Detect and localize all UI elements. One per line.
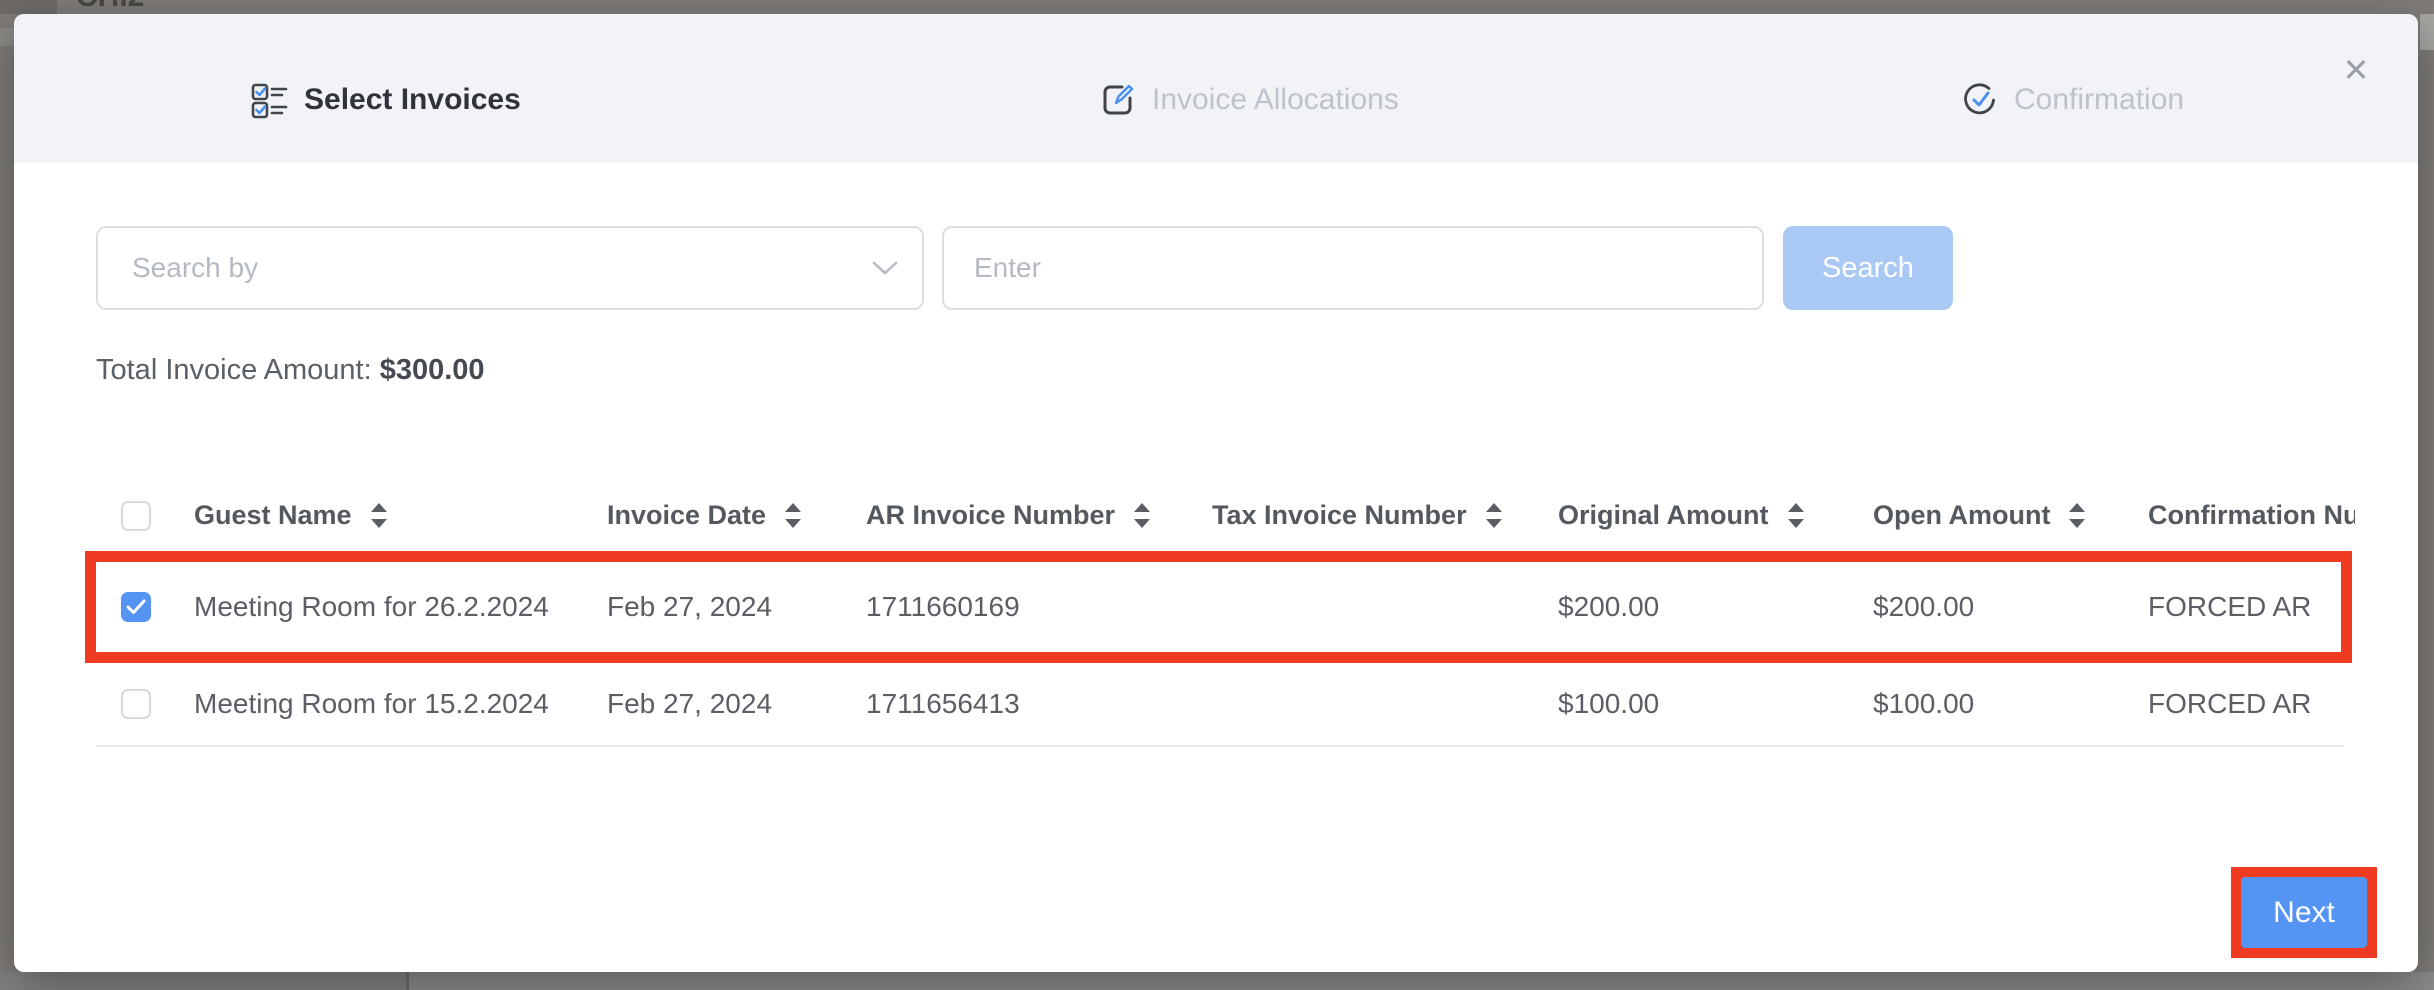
search-by-placeholder: Search by xyxy=(132,252,872,284)
cell-guest-name: Meeting Room for 26.2.2024 xyxy=(194,591,607,623)
total-invoice-amount-value: $300.00 xyxy=(380,354,485,386)
step-confirmation[interactable]: Confirmation xyxy=(1962,76,2184,124)
background-bottom-left-panel xyxy=(0,972,406,990)
sort-icon[interactable] xyxy=(1787,502,1805,529)
table-row[interactable]: Meeting Room for 26.2.2024 Feb 27, 2024 … xyxy=(96,562,2341,652)
select-invoices-modal: Select Invoices Invoice Allocations Conf… xyxy=(14,14,2418,972)
cell-invoice-date: Feb 27, 2024 xyxy=(607,591,866,623)
column-ar-invoice-number[interactable]: AR Invoice Number xyxy=(866,500,1212,531)
sort-icon[interactable] xyxy=(370,502,388,529)
close-icon[interactable]: ✕ xyxy=(2334,48,2378,92)
chevron-down-icon xyxy=(872,260,898,276)
cell-guest-name: Meeting Room for 15.2.2024 xyxy=(194,688,607,720)
cell-ar-invoice-number: 1711660169 xyxy=(866,591,1212,623)
next-button[interactable]: Next xyxy=(2241,877,2367,948)
search-value-input[interactable] xyxy=(942,226,1764,310)
step-label: Invoice Allocations xyxy=(1152,83,1399,117)
sort-icon[interactable] xyxy=(2068,502,2086,529)
step-select-invoices[interactable]: Select Invoices xyxy=(250,76,521,124)
column-open-amount[interactable]: Open Amount xyxy=(1873,500,2148,531)
cell-open-amount: $100.00 xyxy=(1873,688,2148,720)
column-confirmation-number[interactable]: Confirmation Number xyxy=(2148,500,2355,531)
column-tax-invoice-number[interactable]: Tax Invoice Number xyxy=(1212,500,1558,531)
highlight-border-next: Next xyxy=(2231,867,2377,958)
cell-original-amount: $200.00 xyxy=(1558,591,1873,623)
search-button[interactable]: Search xyxy=(1783,226,1953,310)
cell-confirmation-number: FORCED AR xyxy=(2148,688,2355,720)
circle-check-icon xyxy=(1962,82,1998,118)
edit-icon xyxy=(1100,82,1136,118)
search-by-dropdown[interactable]: Search by xyxy=(96,226,924,310)
step-label: Select Invoices xyxy=(304,83,521,117)
background-left-band xyxy=(0,28,14,46)
cell-confirmation-number: FORCED AR xyxy=(2148,591,2355,623)
column-invoice-date[interactable]: Invoice Date xyxy=(607,500,866,531)
background-divider-line xyxy=(406,972,409,990)
row-checkbox-unchecked[interactable] xyxy=(121,689,151,719)
background-right-band xyxy=(2420,14,2434,50)
sort-icon[interactable] xyxy=(784,502,802,529)
cell-open-amount: $200.00 xyxy=(1873,591,2148,623)
highlight-border-row-1: Meeting Room for 26.2.2024 Feb 27, 2024 … xyxy=(85,551,2352,663)
step-invoice-allocations[interactable]: Invoice Allocations xyxy=(1100,76,1399,124)
sort-icon[interactable] xyxy=(1485,502,1503,529)
checklist-icon xyxy=(250,81,288,119)
column-guest-name[interactable]: Guest Name xyxy=(194,500,607,531)
cell-original-amount: $100.00 xyxy=(1558,688,1873,720)
row-checkbox-checked[interactable] xyxy=(121,592,151,622)
invoices-table: Guest Name Invoice Date AR Invoice Numbe… xyxy=(85,480,2355,776)
sort-icon[interactable] xyxy=(1133,502,1151,529)
wizard-steps-header: Select Invoices Invoice Allocations Conf… xyxy=(14,14,2418,163)
table-header-row: Guest Name Invoice Date AR Invoice Numbe… xyxy=(96,480,2355,551)
table-row[interactable]: Meeting Room for 15.2.2024 Feb 27, 2024 … xyxy=(96,663,2344,747)
total-invoice-amount-label: Total Invoice Amount: xyxy=(96,354,372,386)
select-all-checkbox[interactable] xyxy=(121,501,151,531)
step-label: Confirmation xyxy=(2014,83,2184,117)
background-header-block xyxy=(0,0,57,14)
column-original-amount[interactable]: Original Amount xyxy=(1558,500,1873,531)
total-invoice-amount: Total Invoice Amount: $300.00 xyxy=(96,354,485,387)
cell-ar-invoice-number: 1711656413 xyxy=(866,688,1212,720)
cell-invoice-date: Feb 27, 2024 xyxy=(607,688,866,720)
background-page-code: CHI2 xyxy=(76,0,226,14)
